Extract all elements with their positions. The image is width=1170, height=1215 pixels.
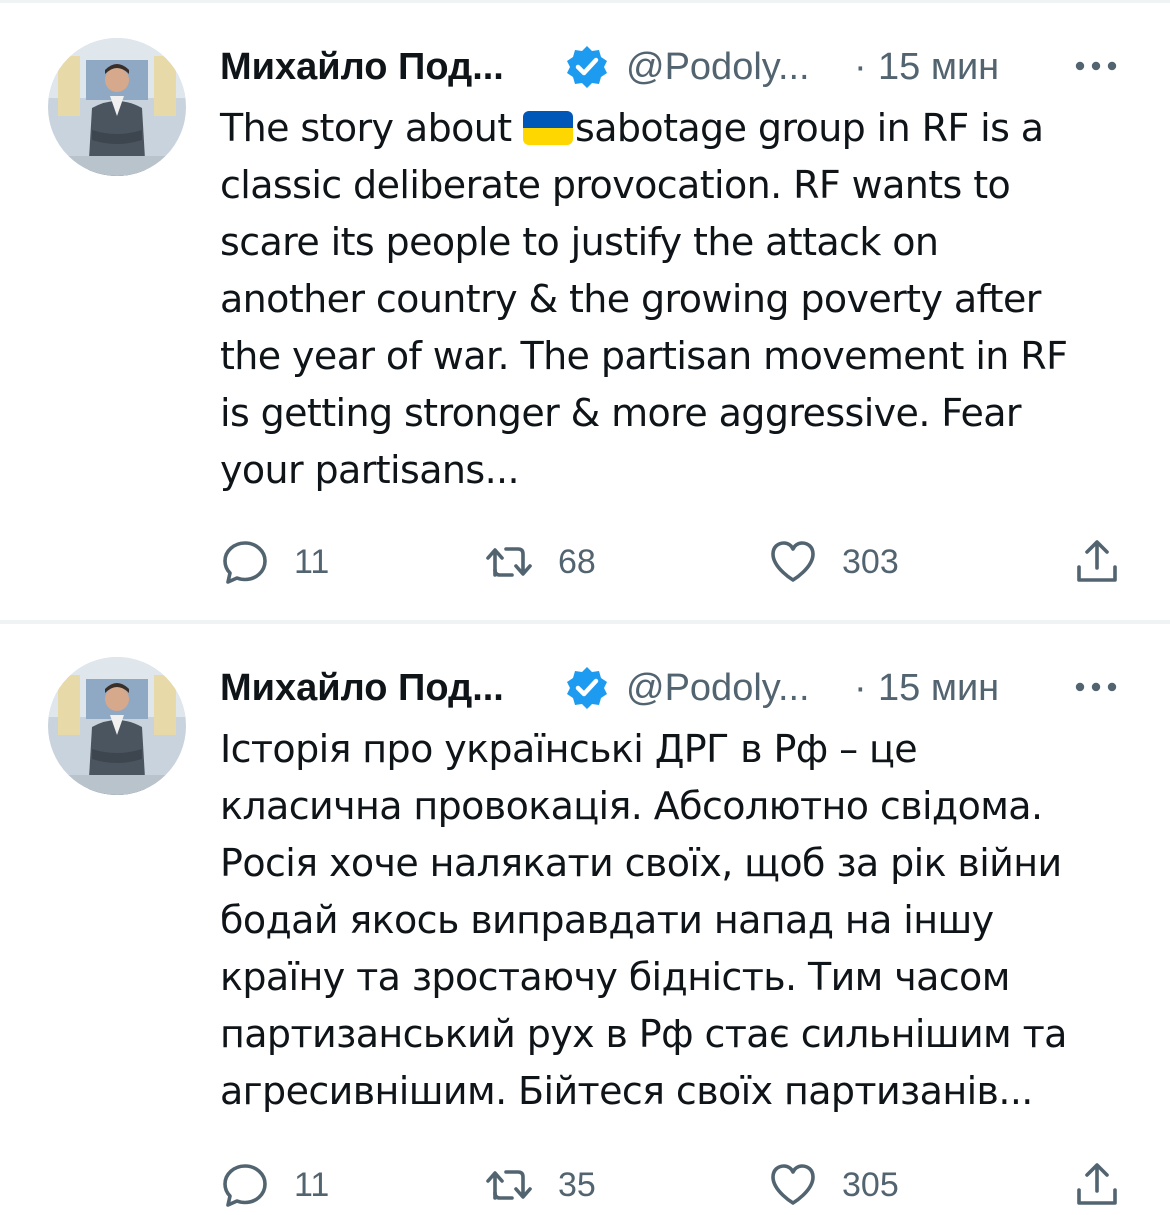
like-button[interactable]: 303 [768, 534, 899, 590]
avatar-photo [48, 657, 186, 795]
share-button[interactable] [1072, 534, 1122, 590]
retweet-button[interactable]: 68 [484, 534, 596, 590]
reply-button[interactable]: 11 [220, 1157, 329, 1213]
tweet-timestamp[interactable]: 15 мин [878, 44, 999, 90]
author-handle[interactable]: @Podoly... [626, 44, 810, 90]
verified-badge-icon [564, 665, 610, 711]
tweet-text: Історія про українські ДРГ в Рф – це кла… [220, 727, 1067, 1113]
verified-badge-icon [564, 44, 610, 90]
reply-icon [223, 1164, 267, 1207]
reply-count: 11 [294, 542, 330, 581]
ukraine-flag-emoji [523, 111, 574, 145]
retweet-count: 35 [558, 1165, 596, 1204]
reply-button[interactable]: 11 [220, 534, 329, 590]
heart-icon [771, 1164, 815, 1205]
tweet-actions: 11 68 303 [220, 534, 1130, 590]
avatar-photo [48, 38, 186, 176]
like-count: 303 [842, 542, 899, 581]
retweet-count: 68 [558, 542, 596, 581]
reply-icon [223, 541, 267, 584]
share-icon [1077, 540, 1117, 582]
tweet-1[interactable]: Михайло Под... @Podoly... · 15 мин The s… [0, 0, 1170, 622]
share-button[interactable] [1072, 1157, 1122, 1213]
heart-icon [771, 541, 815, 582]
more-dots-icon[interactable] [1072, 54, 1120, 78]
retweet-icon [486, 547, 532, 577]
retweet-icon [486, 1170, 532, 1200]
avatar[interactable] [48, 38, 186, 176]
author-handle[interactable]: @Podoly... [626, 665, 810, 711]
like-button[interactable]: 305 [768, 1157, 899, 1213]
retweet-button[interactable]: 35 [484, 1157, 596, 1213]
tweet-text: The story about sabotage group in RF is … [220, 100, 1130, 499]
tweet-text-start: The story about [220, 106, 524, 150]
tweet-header: Михайло Под... @Podoly... · 15 мин [220, 661, 1130, 715]
avatar[interactable] [48, 657, 186, 795]
header-separator: · [854, 667, 867, 709]
tweet-actions: 11 35 305 [220, 1157, 1130, 1213]
tweet-header: Михайло Под... @Podoly... · 15 мин [220, 40, 1130, 94]
author-name[interactable]: Михайло Под... [220, 44, 504, 90]
share-icon [1077, 1163, 1117, 1205]
author-name[interactable]: Михайло Под... [220, 665, 504, 711]
tweet-timestamp[interactable]: 15 мин [878, 665, 999, 711]
like-count: 305 [842, 1165, 899, 1204]
tweet-text-rest: sabotage group in RF is a classic delibe… [220, 106, 1068, 492]
more-dots-icon[interactable] [1072, 675, 1120, 699]
timeline: Михайло Под... @Podoly... · 15 мин The s… [0, 0, 1170, 1215]
header-separator: · [854, 46, 867, 88]
tweet-divider [0, 620, 1170, 624]
reply-count: 11 [294, 1165, 330, 1204]
tweet-2[interactable]: Михайло Под... @Podoly... · 15 мин Істор… [0, 625, 1170, 1215]
